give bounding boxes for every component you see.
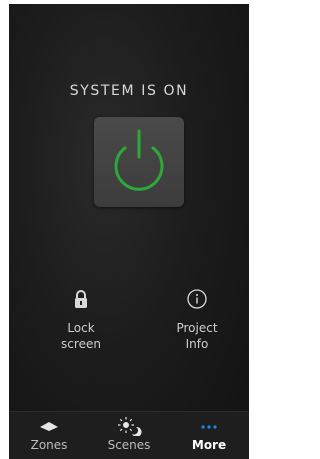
- system-status-title: SYSTEM IS ON: [69, 83, 189, 99]
- project-info-button[interactable]: Project Info: [157, 288, 237, 352]
- lock-icon: [70, 288, 92, 310]
- more-icon: [169, 412, 249, 436]
- scenes-icon: [89, 412, 169, 437]
- power-icon: [114, 129, 164, 191]
- tab-more-label: More: [191, 438, 227, 452]
- tab-zones[interactable]: Zones: [9, 412, 89, 459]
- tab-bar: Zones Scenes More: [9, 411, 249, 459]
- tab-scenes[interactable]: Scenes: [89, 412, 169, 459]
- project-info-label: Project Info: [176, 321, 218, 351]
- zones-icon: [9, 412, 89, 436]
- power-button[interactable]: [94, 117, 184, 207]
- app-screen: SYSTEM IS ON Lock screen Project Info Zo…: [9, 4, 249, 459]
- lock-screen-button[interactable]: Lock screen: [41, 288, 121, 352]
- tab-more[interactable]: More: [169, 412, 249, 459]
- lock-screen-label: Lock screen: [61, 321, 101, 351]
- info-icon: [186, 288, 208, 310]
- tab-zones-label: Zones: [30, 438, 68, 452]
- tab-scenes-label: Scenes: [107, 438, 151, 452]
